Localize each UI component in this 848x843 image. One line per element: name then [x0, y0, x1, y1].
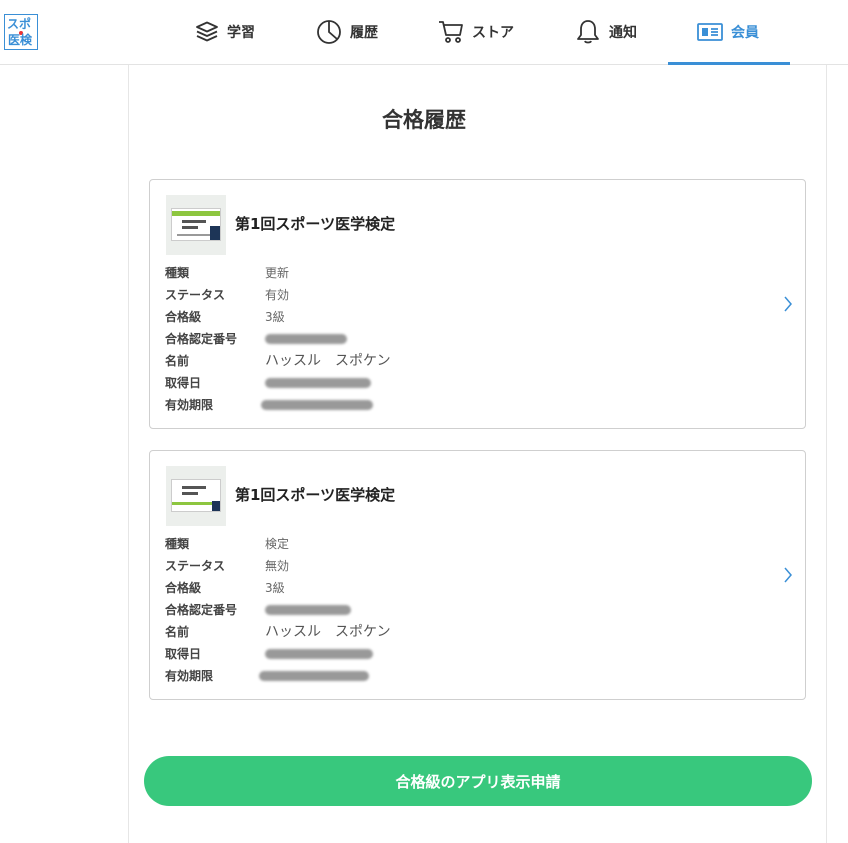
nav-member[interactable]: 会員 [697, 0, 759, 64]
cert-number-label: 合格認定番号 [165, 332, 238, 346]
expiry-date-label: 有効期限 [165, 398, 214, 412]
type-value: 更新 [265, 266, 290, 280]
name-label: 名前 [165, 354, 190, 368]
app-logo[interactable]: スポ 医検 [4, 14, 38, 50]
status-value: 有効 [265, 288, 290, 302]
nav-member-label: 会員 [731, 25, 759, 41]
cert-number-label: 合格認定番号 [165, 603, 238, 617]
cart-icon [439, 21, 463, 43]
name-value: ハッスル スポケン [265, 624, 391, 640]
nav-notifications[interactable]: 通知 [575, 0, 637, 64]
nav-study[interactable]: 学習 [195, 0, 255, 64]
logo-line1: スポ [7, 17, 32, 31]
redacted-expiry-date [259, 671, 369, 681]
member-card-icon [697, 23, 723, 41]
grade-label: 合格級 [165, 581, 202, 595]
top-navigation-bar: スポ 医検 学習 履歴 ストア 通知 会員 [0, 0, 848, 65]
nav-store-label: ストア [472, 25, 514, 41]
nav-history-label: 履歴 [350, 25, 378, 41]
redacted-cert-number [265, 334, 347, 344]
logo-line2: 医検 [8, 33, 33, 47]
nav-study-label: 学習 [227, 25, 255, 41]
acquired-date-label: 取得日 [165, 647, 202, 661]
apply-app-display-button[interactable]: 合格級のアプリ表示申請 [144, 756, 812, 806]
grade-label: 合格級 [165, 310, 202, 324]
redacted-cert-number [265, 605, 351, 615]
status-value: 無効 [265, 559, 290, 573]
clock-icon [317, 20, 341, 44]
expiry-date-label: 有効期限 [165, 669, 214, 683]
certificate-thumbnail [166, 466, 226, 526]
grade-value: 3級 [265, 581, 285, 595]
redacted-acquired-date [265, 378, 371, 388]
name-label: 名前 [165, 625, 190, 639]
type-label: 種類 [165, 266, 190, 280]
grade-value: 3級 [265, 310, 285, 324]
pass-history-card[interactable]: 第1回スポーツ医学検定 種類 更新 ステータス 有効 合格級 3級 合格認定番号 名前… [149, 179, 806, 429]
type-value: 検定 [265, 537, 290, 551]
bell-icon [577, 20, 599, 44]
redacted-acquired-date [265, 649, 373, 659]
nav-notifications-label: 通知 [609, 25, 637, 41]
nav-history[interactable]: 履歴 [316, 0, 378, 64]
exam-title: 第1回スポーツ医学検定 [235, 215, 396, 233]
status-label: ステータス [165, 288, 226, 302]
status-label: ステータス [165, 559, 226, 573]
certificate-thumbnail [166, 195, 226, 255]
type-label: 種類 [165, 537, 190, 551]
book-stack-icon [196, 21, 218, 42]
acquired-date-label: 取得日 [165, 376, 202, 390]
redacted-expiry-date [261, 400, 373, 410]
page-title: 合格履歴 [382, 108, 466, 132]
chevron-right-icon [784, 296, 792, 312]
exam-title: 第1回スポーツ医学検定 [235, 486, 396, 504]
name-value: ハッスル スポケン [265, 353, 391, 369]
pass-history-card[interactable]: 第1回スポーツ医学検定 種類 検定 ステータス 無効 合格級 3級 合格認定番号 名前… [149, 450, 806, 700]
nav-store[interactable]: ストア [438, 0, 514, 64]
chevron-right-icon [784, 567, 792, 583]
